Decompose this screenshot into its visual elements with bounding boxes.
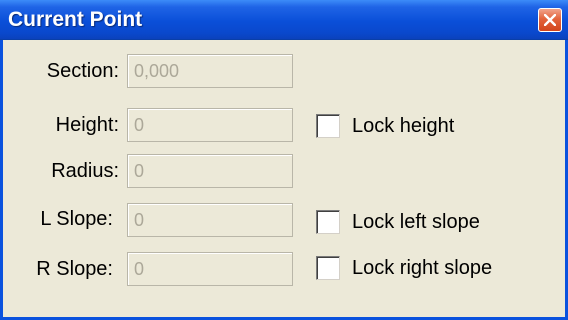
lock-left-slope-checkbox[interactable] (316, 210, 340, 234)
r-slope-label: R Slope: (36, 258, 113, 280)
r-slope-input[interactable] (128, 253, 292, 285)
lock-height-label[interactable]: Lock height (352, 113, 454, 139)
window-title: Current Point (8, 8, 143, 31)
l-slope-field[interactable] (127, 203, 293, 237)
close-button[interactable] (538, 8, 562, 32)
height-input[interactable] (128, 109, 292, 141)
section-input[interactable] (128, 55, 292, 87)
lock-right-slope-label[interactable]: Lock right slope (352, 255, 492, 281)
lock-right-slope-checkbox[interactable] (316, 256, 340, 280)
radius-input[interactable] (128, 155, 292, 187)
height-field[interactable] (127, 108, 293, 142)
l-slope-label: L Slope: (40, 208, 113, 230)
l-slope-input[interactable] (128, 204, 292, 236)
radius-field[interactable] (127, 154, 293, 188)
lock-left-slope-label[interactable]: Lock left slope (352, 209, 480, 235)
current-point-dialog: Current Point Section: Height: Lock heig… (0, 0, 568, 320)
height-label: Height: (55, 114, 119, 136)
close-icon (544, 14, 556, 26)
lock-height-checkbox[interactable] (316, 114, 340, 138)
r-slope-field[interactable] (127, 252, 293, 286)
radius-label: Radius: (51, 160, 119, 182)
section-field[interactable] (127, 54, 293, 88)
section-label: Section: (46, 60, 119, 82)
title-bar[interactable]: Current Point (0, 0, 568, 40)
